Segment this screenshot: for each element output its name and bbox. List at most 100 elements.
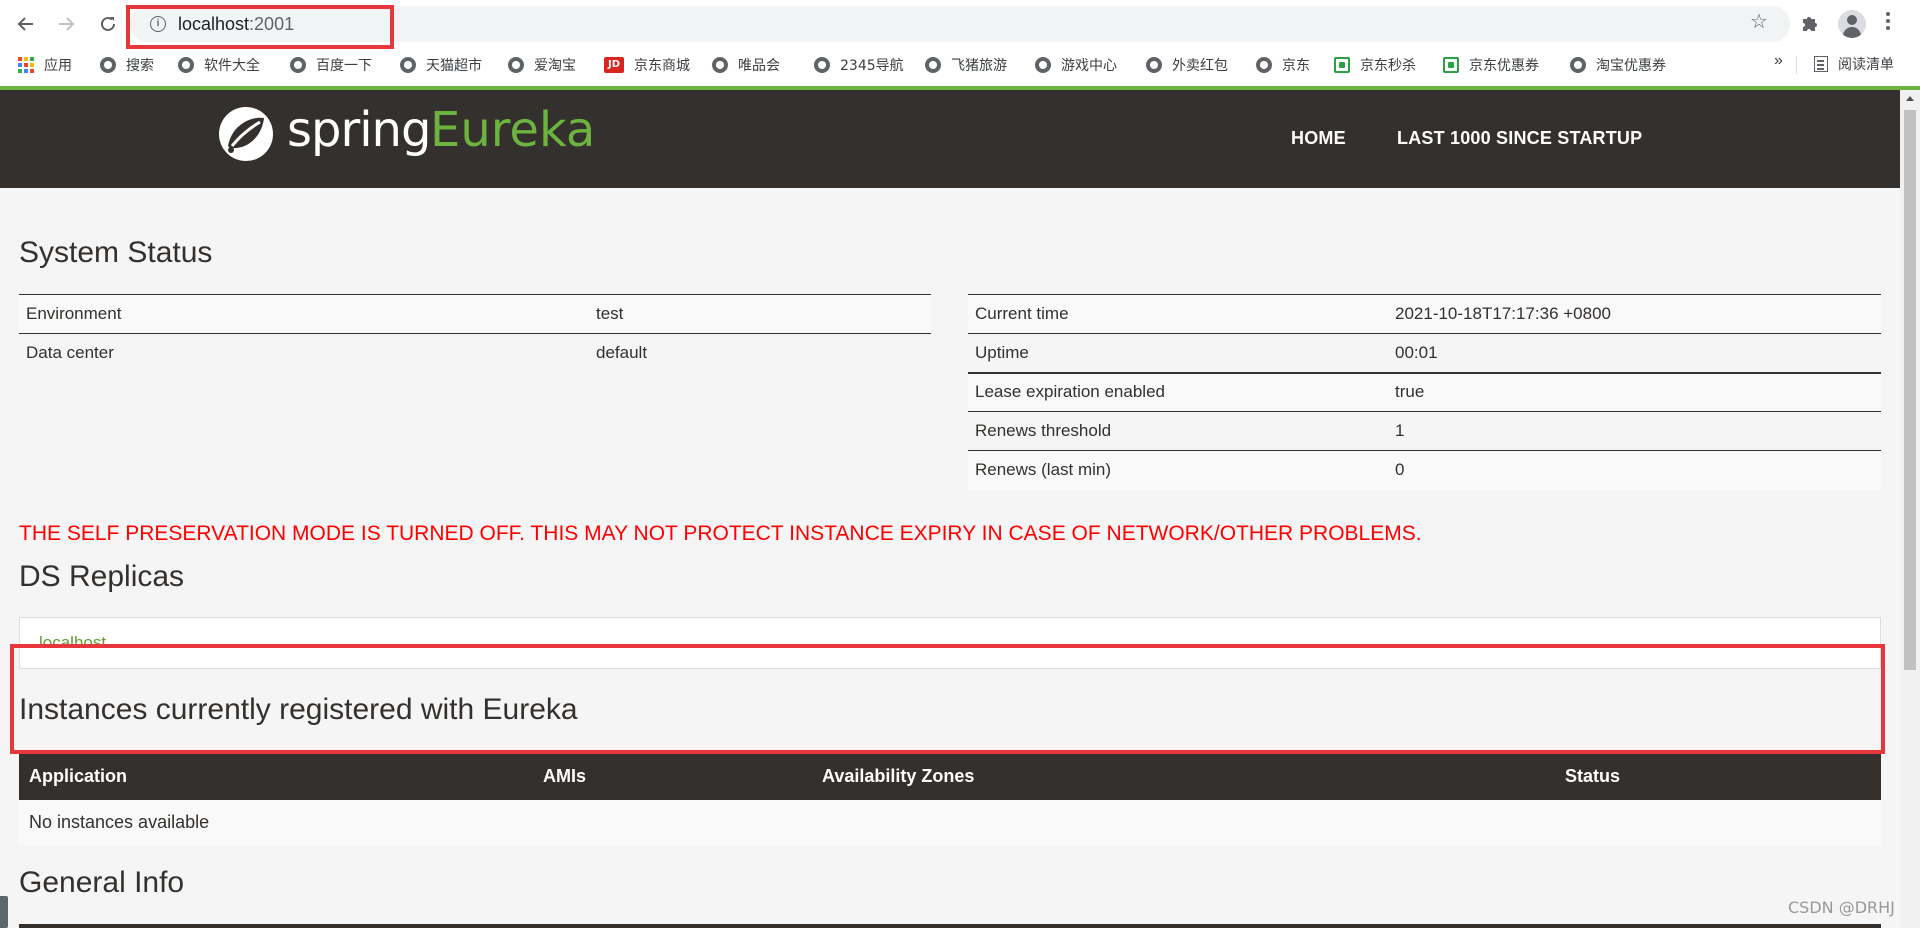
no-instances-text: No instances available (29, 812, 210, 832)
scroll-up-arrow-icon[interactable] (1906, 96, 1914, 101)
globe-icon (1146, 57, 1162, 73)
nav-home-link[interactable]: HOME (1291, 128, 1346, 149)
system-status-right-table: Current time 2021-10-18T17:17:36 +0800 Upt… (968, 294, 1881, 490)
globe-icon (178, 57, 194, 73)
apps-grid-icon (18, 57, 34, 73)
bookmark-item[interactable]: 外卖红包 (1146, 54, 1228, 76)
column-application: Application (29, 766, 127, 786)
bookmark-label: 天猫超市 (426, 58, 482, 74)
forward-arrow-icon[interactable] (52, 10, 80, 38)
bookmark-star-icon[interactable]: ☆ (1750, 12, 1768, 32)
system-status-left-table: Environment test Data center default (19, 294, 931, 373)
status-value: true (1388, 371, 1881, 412)
status-key: Renews (last min) (968, 450, 1388, 490)
globe-icon (712, 57, 728, 73)
column-status: Status (1565, 766, 1621, 786)
bookmark-label: 2345导航 (840, 58, 904, 74)
instances-table-header: Application AMIs Availability Zones Stat… (19, 752, 1881, 800)
bookmark-item[interactable]: 应用 (18, 54, 72, 76)
bookmark-label: 京东优惠券 (1469, 58, 1539, 74)
status-value: test (589, 294, 931, 334)
bookmark-label: 淘宝优惠券 (1596, 58, 1666, 74)
bookmark-item[interactable]: 2345导航 (814, 54, 904, 76)
general-info-title: General Info (19, 866, 185, 899)
extensions-puzzle-icon[interactable] (1800, 13, 1820, 33)
status-value: 00:01 (1388, 333, 1881, 373)
bookmarks-bar: 应用 搜索 软件大全 百度一下 天猫超市 爱淘宝 JD 京东商城 唯品会 2345导航 飞猪旅游 游戏… (0, 50, 1920, 80)
bookmark-item[interactable]: 天猫超市 (400, 54, 482, 76)
bookmark-label: 游戏中心 (1061, 58, 1117, 74)
table-row: No instances available (19, 800, 1881, 846)
column-amis: AMIs (543, 766, 587, 786)
column-availability-zones: Availability Zones (822, 766, 975, 786)
bookmark-label: 爱淘宝 (534, 58, 576, 74)
jd-icon: JD (604, 57, 624, 73)
status-value: 0 (1388, 450, 1881, 490)
globe-icon (508, 57, 524, 73)
reading-list-button[interactable]: 阅读清单 (1814, 54, 1894, 74)
bookmark-label: 应用 (44, 58, 72, 74)
bookmark-label: 唯品会 (738, 58, 780, 74)
side-edge-tab[interactable] (0, 896, 8, 928)
status-key: Lease expiration enabled (968, 371, 1388, 412)
green-icon (1334, 57, 1350, 73)
table-row: Current time 2021-10-18T17:17:36 +0800 (968, 294, 1881, 334)
globe-icon (290, 57, 306, 73)
self-preservation-warning: THE SELF PRESERVATION MODE IS TURNED OFF… (19, 522, 1422, 545)
table-row: Renews threshold 1 (968, 411, 1881, 451)
url-highlight-box (126, 5, 394, 49)
logo-spring-text: spring (287, 102, 431, 158)
bookmark-label: 京东秒杀 (1360, 58, 1416, 74)
page-scrollbar[interactable] (1900, 90, 1920, 928)
table-row: Data center default (19, 333, 931, 373)
nav-last-1000-link[interactable]: LAST 1000 SINCE STARTUP (1397, 128, 1642, 149)
globe-icon (1256, 57, 1272, 73)
bookmark-item[interactable]: 搜索 (100, 54, 154, 76)
ds-replicas-title: DS Replicas (19, 560, 185, 593)
globe-icon (1035, 57, 1051, 73)
status-key: Data center (19, 333, 589, 373)
reading-list-label: 阅读清单 (1838, 57, 1894, 73)
reading-list-icon (1814, 56, 1828, 72)
globe-icon (925, 57, 941, 73)
system-status-title: System Status (19, 236, 213, 269)
scrollbar-thumb[interactable] (1904, 110, 1916, 670)
bookmark-item[interactable]: 京东 (1256, 54, 1310, 76)
status-value: default (589, 333, 931, 373)
bookmark-item[interactable]: JD 京东商城 (604, 54, 690, 76)
status-value: 1 (1388, 411, 1881, 451)
table-row: Renews (last min) 0 (968, 450, 1881, 490)
bookmark-item[interactable]: 唯品会 (712, 54, 780, 76)
bookmarks-more-chevron-icon[interactable]: » (1774, 52, 1783, 70)
bookmark-item[interactable]: 软件大全 (178, 54, 260, 76)
green-icon (1443, 57, 1459, 73)
globe-icon (1570, 57, 1586, 73)
status-key: Uptime (968, 333, 1388, 373)
bookmark-item[interactable]: 淘宝优惠券 (1570, 54, 1666, 76)
bookmark-item[interactable]: 京东秒杀 (1334, 54, 1416, 76)
eureka-dashboard: spring Eureka HOME LAST 1000 SINCE START… (0, 90, 1900, 928)
bookmark-item[interactable]: 爱淘宝 (508, 54, 576, 76)
status-key: Current time (968, 294, 1388, 334)
reload-icon[interactable] (94, 10, 122, 38)
profile-avatar-icon[interactable] (1838, 10, 1866, 38)
table-row: Uptime 00:01 (968, 333, 1881, 373)
spring-leaf-logo-icon (219, 107, 273, 161)
bookmark-label: 飞猪旅游 (951, 58, 1007, 74)
browser-menu-icon[interactable] (1886, 12, 1892, 34)
bookmark-label: 软件大全 (204, 58, 260, 74)
status-key: Renews threshold (968, 411, 1388, 451)
bookmarks-divider (1796, 56, 1797, 74)
bookmark-label: 京东商城 (634, 58, 690, 74)
table-row: Environment test (19, 294, 931, 334)
bookmark-item[interactable]: 京东优惠券 (1443, 54, 1539, 76)
status-value: 2021-10-18T17:17:36 +0800 (1388, 294, 1881, 334)
globe-icon (814, 57, 830, 73)
bookmark-item[interactable]: 游戏中心 (1035, 54, 1117, 76)
bookmark-item[interactable]: 飞猪旅游 (925, 54, 1007, 76)
bookmark-label: 外卖红包 (1172, 58, 1228, 74)
back-arrow-icon[interactable] (12, 10, 40, 38)
bookmark-label: 百度一下 (316, 58, 372, 74)
bookmark-item[interactable]: 百度一下 (290, 54, 372, 76)
csdn-watermark: CSDN @DRHJ (1788, 898, 1895, 917)
